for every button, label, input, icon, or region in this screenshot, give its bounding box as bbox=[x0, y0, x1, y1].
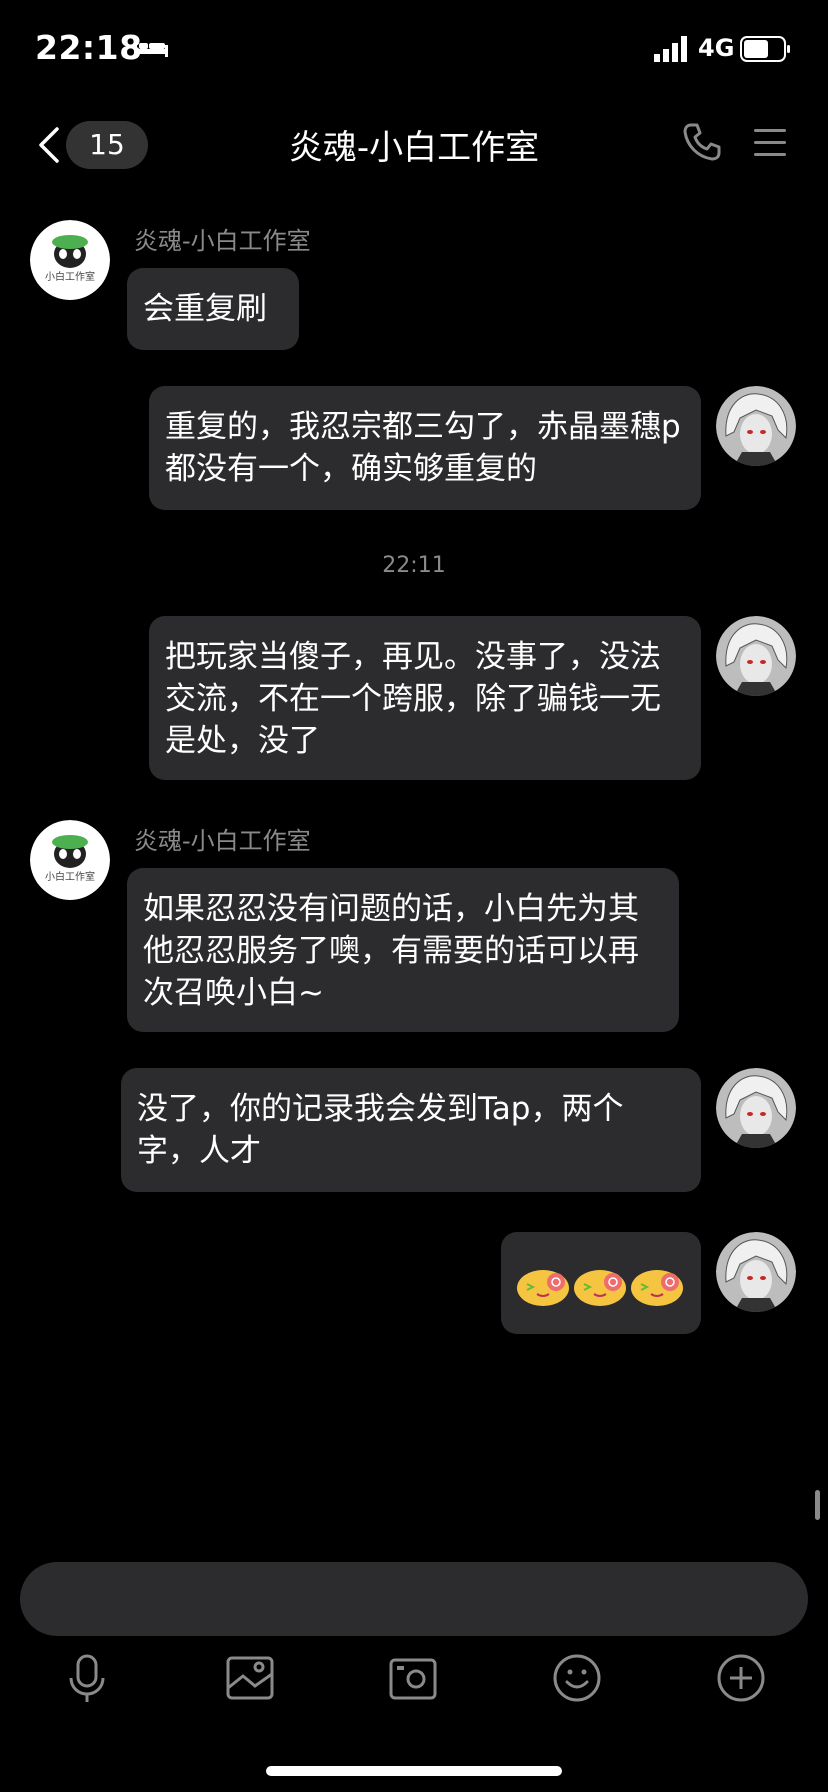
message-bubble[interactable]: 没了，你的记录我会发到Tap，两个字，人才 bbox=[121, 1068, 701, 1192]
contact-avatar[interactable]: 小白工作室 bbox=[30, 820, 110, 900]
user-portrait-icon bbox=[716, 1232, 796, 1312]
user-portrait-icon bbox=[716, 616, 796, 696]
sticker-emoji-row bbox=[517, 1270, 683, 1306]
bed-icon bbox=[134, 38, 168, 57]
contact-avatar[interactable]: 小白工作室 bbox=[30, 220, 110, 300]
battery-icon bbox=[740, 36, 790, 62]
emoji-icon[interactable] bbox=[552, 1652, 602, 1704]
svg-text:小白工作室: 小白工作室 bbox=[45, 870, 95, 883]
message-input[interactable] bbox=[20, 1562, 808, 1636]
chat-header: 15 炎魂-小白工作室 bbox=[0, 100, 828, 190]
user-avatar[interactable] bbox=[716, 386, 796, 466]
plus-icon[interactable] bbox=[716, 1652, 766, 1704]
user-avatar[interactable] bbox=[716, 1232, 796, 1312]
photo-icon[interactable] bbox=[225, 1652, 275, 1704]
sender-name: 炎魂-小白工作室 bbox=[134, 227, 311, 255]
svg-text:小白工作室: 小白工作室 bbox=[45, 270, 95, 283]
status-bar: 22:18 4G bbox=[0, 0, 828, 100]
sticker-message-bubble[interactable] bbox=[501, 1232, 701, 1334]
scrollbar[interactable] bbox=[815, 1490, 820, 1520]
user-portrait-icon bbox=[716, 386, 796, 466]
message-bubble[interactable]: 会重复刷 bbox=[127, 268, 299, 350]
camera-icon[interactable] bbox=[388, 1652, 438, 1704]
menu-icon[interactable] bbox=[752, 124, 788, 160]
user-avatar[interactable] bbox=[716, 1068, 796, 1148]
cute-face-emoji-icon bbox=[631, 1270, 683, 1306]
user-portrait-icon bbox=[716, 1068, 796, 1148]
message-bubble[interactable]: 如果忍忍没有问题的话，小白先为其他忍忍服务了噢，有需要的话可以再次召唤小白~ bbox=[127, 868, 679, 1032]
user-avatar[interactable] bbox=[716, 616, 796, 696]
status-time: 22:18 bbox=[35, 28, 143, 67]
message-bubble[interactable]: 重复的，我忍宗都三勾了，赤晶墨穗p都没有一个，确实够重复的 bbox=[149, 386, 701, 510]
home-indicator[interactable] bbox=[266, 1766, 562, 1776]
panda-logo-icon: 小白工作室 bbox=[30, 220, 110, 300]
cute-face-emoji-icon bbox=[517, 1270, 569, 1306]
signal-icon bbox=[654, 36, 687, 62]
message-bubble[interactable]: 把玩家当傻子，再见。没事了，没法交流，不在一个跨服，除了骗钱一无是处，没了 bbox=[149, 616, 701, 780]
cute-face-emoji-icon bbox=[574, 1270, 626, 1306]
sender-name: 炎魂-小白工作室 bbox=[134, 827, 311, 855]
timestamp: 22:11 bbox=[382, 553, 446, 578]
network-label: 4G bbox=[698, 34, 735, 62]
phone-icon[interactable] bbox=[682, 122, 722, 162]
microphone-icon[interactable] bbox=[62, 1652, 112, 1704]
panda-logo-icon: 小白工作室 bbox=[30, 820, 110, 900]
